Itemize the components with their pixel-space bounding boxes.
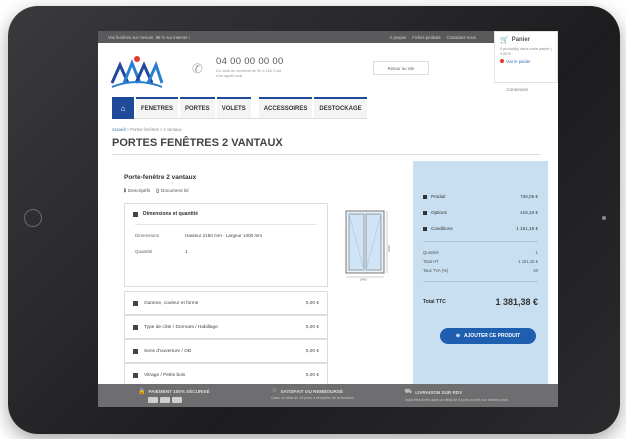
summary-row-conditions: Conditions 1 151,15 € [423,226,538,231]
footer-delivery: ⛟ LIVRAISON SUR RDV Vous êtes livrés dans… [404,389,508,402]
card-icon [148,397,158,403]
nav-item-volets[interactable]: VOLETS [216,97,251,118]
home-button-icon [24,209,42,227]
width-label: 1400 [360,278,367,282]
summary-row-product: Produit 736,05 € [423,194,538,199]
quantity-value[interactable]: 1 [185,249,285,255]
home-icon[interactable]: ⌂ [112,97,134,119]
link-contact[interactable]: Contactez-nous [447,35,476,40]
tab-descriptifs[interactable]: ℹ Descriptifs [124,189,150,194]
breadcrumb-home[interactable]: Accueil [112,127,126,132]
phone-hours: Du lundi au vendredi de 9h à 18h Coût d'… [216,69,282,79]
tab-document[interactable]: ▯ Document lié [156,189,189,194]
site-header: ✆ 04 00 00 00 00 Du lundi au vendredi de… [98,43,558,95]
card-icon [172,397,182,403]
summary-quantity: Quantité 1 [423,250,538,255]
phone-number[interactable]: 04 00 00 00 00 [216,56,284,67]
page-title: PORTES FENÊTRES 2 VANTAUX [112,137,283,149]
footer-secure-payment: 🔒 PAIEMENT 100% SÉCURISÉ [138,388,251,403]
link-about[interactable]: À propos [389,35,406,40]
truck-icon: ⛟ [404,389,413,395]
summary-divider [423,241,538,242]
expand-icon [133,324,138,330]
dimensions-section: Dimensions et quantité Dimensions Hauteu… [124,203,328,287]
option-row[interactable]: Sens d'ouverture / OB 0,00 € [124,339,328,363]
screen: Vos fenêtres sur mesure, 98 % sur intern… [98,31,558,407]
top-links: À propos Fiches produits Contactez-nous [389,35,476,40]
document-icon: ▯ [156,189,159,194]
card-icon [160,397,170,403]
info-icon: ℹ [124,189,126,194]
add-product-button[interactable]: ⊕ AJOUTER CE PRODUIT [440,328,536,344]
smile-icon: ☺ [271,388,278,394]
footer-guarantees: 🔒 PAIEMENT 100% SÉCURISÉ ☺ SATISFAIT OU RE… [98,384,558,407]
camera-icon [602,216,606,220]
expand-icon [133,348,138,354]
nav-item-accessoires[interactable]: ACCESSOIRES [258,97,313,118]
window-diagram: 2150 1400 [345,210,390,282]
lock-icon: 🔒 [138,389,146,395]
breadcrumb-category[interactable]: > Portes fenêtres [127,127,159,132]
expand-icon [133,300,138,306]
summary-vat: Taux TVA (%) 20 [423,268,538,273]
link-product-sheets[interactable]: Fiches produits [412,35,440,40]
dimensions-header[interactable]: Dimensions et quantité [125,204,327,224]
option-row[interactable]: Type de côte / Dormant / Habillage 0,00 … [124,315,328,339]
option-row[interactable]: Gamme, couleur et forme 0,00 € [124,291,328,315]
total-ttc-value: 1 381,38 € [495,297,538,307]
tablet-frame: Vos fenêtres sur mesure, 98 % sur intern… [8,6,620,434]
top-utility-bar: Vos fenêtres sur mesure, 98 % sur intern… [98,31,558,43]
nav-item-destockage[interactable]: DESTOCKAGE [314,97,367,118]
dimensions-value[interactable]: Hauteur 2150 mm - Largeur 1400 mm [185,233,285,239]
promo-text: Vos fenêtres sur mesure, 98 % sur intern… [108,34,190,40]
main-nav: ⌂ FENETRES PORTES VOLETS ACCESSOIRES DES… [112,97,367,119]
cart-plus-icon: ⊕ [455,333,461,339]
title-divider [112,154,540,155]
java-logo[interactable] [110,53,164,91]
expand-icon [133,372,138,378]
back-to-site-button[interactable]: Retour au site [373,61,429,75]
dimensions-row: Dimensions Hauteur 2150 mm - Largeur 140… [125,233,327,239]
summary-divider [423,281,538,282]
footer-satisfaction: ☺ SATISFAIT OU REMBOURSÉ Dans un délai de… [271,388,354,400]
square-icon [423,194,427,199]
height-label: 2150 [387,245,390,252]
payment-cards [148,397,251,403]
breadcrumb: Accueil > Portes fenêtres > 2 vantaux [112,127,182,132]
phone-icon: ✆ [192,61,203,76]
square-icon [423,210,427,215]
collapse-icon [133,211,138,217]
total-ttc: Total TTC 1 381,38 € [423,297,538,307]
quantity-row: Quantité 1 [125,249,327,255]
nav-item-portes[interactable]: PORTES [180,97,215,118]
nav-item-fenetres[interactable]: FENETRES [136,97,179,118]
square-icon [423,226,427,231]
product-tabs: ℹ Descriptifs ▯ Document lié [124,189,189,194]
summary-total-ht: Total HT 1 151,15 € [423,259,538,264]
product-name: Porte-fenêtre 2 vantaux [124,174,197,181]
summary-row-options: Options 415,10 € [423,210,538,215]
price-summary: Produit 736,05 € Options 415,10 € Condit… [413,161,548,407]
breadcrumb-current: > 2 vantaux [159,127,182,132]
